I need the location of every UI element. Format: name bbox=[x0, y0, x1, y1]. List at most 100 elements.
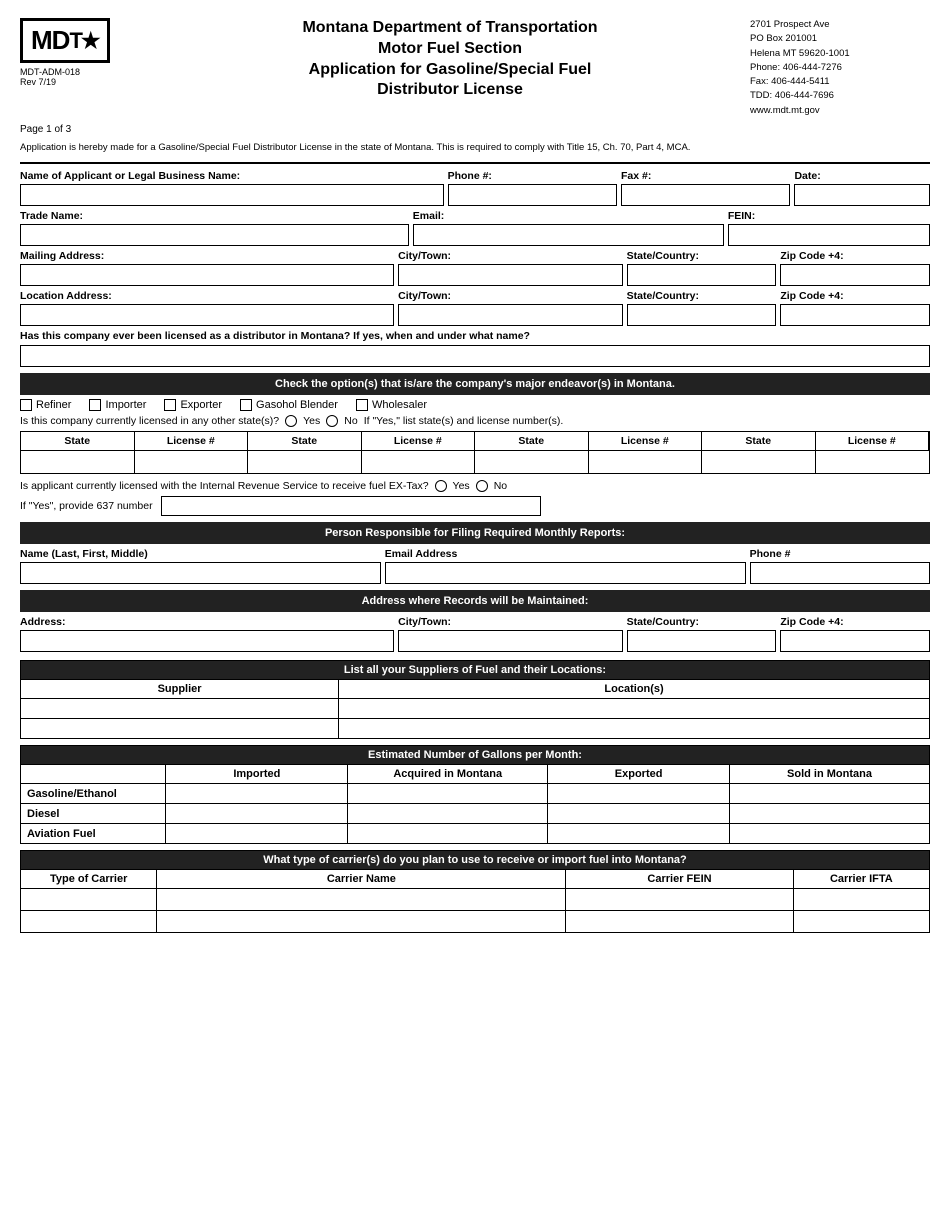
title-line3: Application for Gasoline/Special Fuel bbox=[309, 61, 592, 78]
location-city-input[interactable] bbox=[398, 304, 623, 326]
ex-tax-yes-radio[interactable] bbox=[435, 480, 447, 492]
num637-input[interactable] bbox=[161, 496, 541, 516]
aviation-sold-input[interactable] bbox=[730, 824, 930, 844]
email-input[interactable] bbox=[413, 224, 724, 246]
records-city-input[interactable] bbox=[398, 630, 623, 652]
refiner-option[interactable]: Refiner bbox=[20, 399, 71, 411]
carrier-ifta-1[interactable] bbox=[793, 889, 929, 911]
reports-phone-input[interactable] bbox=[750, 562, 930, 584]
carrier-type-col: Type of Carrier bbox=[21, 870, 157, 889]
carrier-name-1[interactable] bbox=[157, 889, 566, 911]
location-input[interactable] bbox=[20, 304, 394, 326]
location-cell-2[interactable] bbox=[339, 719, 930, 739]
location-cell-1[interactable] bbox=[339, 699, 930, 719]
supplier-cell-2[interactable] bbox=[21, 719, 339, 739]
gasohol-checkbox[interactable] bbox=[240, 399, 252, 411]
licensed-no-radio[interactable] bbox=[326, 415, 338, 427]
reports-email-label: Email Address bbox=[385, 548, 746, 560]
license3-input[interactable] bbox=[589, 451, 703, 473]
state3-input[interactable] bbox=[475, 451, 589, 473]
gasohol-option[interactable]: Gasohol Blender bbox=[240, 399, 338, 411]
wholesaler-checkbox[interactable] bbox=[356, 399, 368, 411]
carrier-fein-2[interactable] bbox=[566, 911, 793, 933]
mailing-state-input[interactable] bbox=[627, 264, 777, 286]
refiner-checkbox[interactable] bbox=[20, 399, 32, 411]
fein-input[interactable] bbox=[728, 224, 930, 246]
license1-input[interactable] bbox=[135, 451, 249, 473]
carrier-fein-1[interactable] bbox=[566, 889, 793, 911]
supplier-row-2 bbox=[21, 719, 930, 739]
diesel-acquired-input[interactable] bbox=[348, 804, 548, 824]
phone-input[interactable] bbox=[448, 184, 617, 206]
exporter-checkbox[interactable] bbox=[164, 399, 176, 411]
importer-checkbox[interactable] bbox=[89, 399, 101, 411]
state4-input[interactable] bbox=[702, 451, 816, 473]
carrier-ifta-2[interactable] bbox=[793, 911, 929, 933]
ex-tax-no-radio[interactable] bbox=[476, 480, 488, 492]
licensed-no-label: No bbox=[344, 415, 357, 427]
location-state-input[interactable] bbox=[627, 304, 777, 326]
location-zip-group: Zip Code +4: bbox=[780, 290, 930, 326]
mailing-input[interactable] bbox=[20, 264, 394, 286]
col-state2: State bbox=[248, 432, 362, 451]
carrier-row-2 bbox=[21, 911, 930, 933]
aviation-acquired-input[interactable] bbox=[348, 824, 548, 844]
mailing-label: Mailing Address: bbox=[20, 250, 394, 262]
mailing-zip-input[interactable] bbox=[780, 264, 930, 286]
records-zip-input[interactable] bbox=[780, 630, 930, 652]
gasoline-exported-input[interactable] bbox=[548, 784, 730, 804]
location-label: Location Address: bbox=[20, 290, 394, 302]
page-info: Page 1 of 3 bbox=[20, 124, 930, 135]
reports-email-input[interactable] bbox=[385, 562, 746, 584]
gallons-row-gasoline: Gasoline/Ethanol bbox=[21, 784, 930, 804]
fax-input[interactable] bbox=[621, 184, 790, 206]
reports-phone-group: Phone # bbox=[750, 548, 930, 584]
reports-name-input[interactable] bbox=[20, 562, 381, 584]
license2-input[interactable] bbox=[362, 451, 476, 473]
mailing-zip-label: Zip Code +4: bbox=[780, 250, 930, 262]
logo-text: MD bbox=[31, 25, 69, 56]
diesel-exported-input[interactable] bbox=[548, 804, 730, 824]
licensed-yes-radio[interactable] bbox=[285, 415, 297, 427]
state1-input[interactable] bbox=[21, 451, 135, 473]
licensed-mt-input[interactable] bbox=[20, 345, 930, 367]
aviation-exported-input[interactable] bbox=[548, 824, 730, 844]
diesel-sold-input[interactable] bbox=[730, 804, 930, 824]
records-state-input[interactable] bbox=[627, 630, 777, 652]
carrier-section: What type of carrier(s) do you plan to u… bbox=[20, 850, 930, 933]
records-address-input[interactable] bbox=[20, 630, 394, 652]
gasoline-sold-input[interactable] bbox=[730, 784, 930, 804]
gasoline-imported-input[interactable] bbox=[166, 784, 348, 804]
supplier-col-header: Supplier bbox=[21, 680, 339, 699]
state2-input[interactable] bbox=[248, 451, 362, 473]
licensed-yes-label: Yes bbox=[303, 415, 320, 427]
aviation-imported-input[interactable] bbox=[166, 824, 348, 844]
gallons-imported-col: Imported bbox=[166, 765, 348, 784]
records-address-label: Address: bbox=[20, 616, 394, 628]
importer-option[interactable]: Importer bbox=[89, 399, 146, 411]
applicant-input[interactable] bbox=[20, 184, 444, 206]
header: MD T★ MDT-ADM-018 Rev 7/19 Montana Depar… bbox=[20, 18, 930, 118]
gallons-sold-col: Sold in Montana bbox=[730, 765, 930, 784]
carrier-type-1[interactable] bbox=[21, 889, 157, 911]
date-input[interactable] bbox=[794, 184, 930, 206]
license4-input[interactable] bbox=[816, 451, 930, 473]
num637-row: If "Yes", provide 637 number bbox=[20, 496, 930, 516]
licensed-states-question: Is this company currently licensed in an… bbox=[20, 415, 279, 427]
carrier-name-2[interactable] bbox=[157, 911, 566, 933]
phone-group: Phone #: bbox=[448, 170, 617, 206]
email-label: Email: bbox=[413, 210, 724, 222]
logo-star-icon: T★ bbox=[69, 28, 98, 54]
gasoline-acquired-input[interactable] bbox=[348, 784, 548, 804]
trade-input[interactable] bbox=[20, 224, 409, 246]
carrier-question: What type of carrier(s) do you plan to u… bbox=[21, 851, 930, 870]
gallons-acquired-col: Acquired in Montana bbox=[348, 765, 548, 784]
mailing-city-input[interactable] bbox=[398, 264, 623, 286]
suppliers-table: List all your Suppliers of Fuel and thei… bbox=[20, 660, 930, 739]
carrier-type-2[interactable] bbox=[21, 911, 157, 933]
wholesaler-option[interactable]: Wholesaler bbox=[356, 399, 427, 411]
supplier-cell-1[interactable] bbox=[21, 699, 339, 719]
diesel-imported-input[interactable] bbox=[166, 804, 348, 824]
location-zip-input[interactable] bbox=[780, 304, 930, 326]
exporter-option[interactable]: Exporter bbox=[164, 399, 222, 411]
